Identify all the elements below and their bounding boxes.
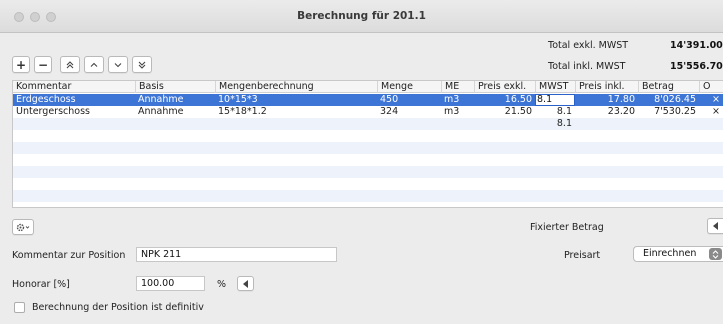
gear-icon — [16, 223, 30, 231]
me-cell[interactable]: m3 — [441, 106, 462, 118]
chevron-up-icon — [90, 62, 98, 67]
column-header[interactable]: Menge — [377, 81, 413, 93]
menge-cell[interactable]: 450 — [377, 94, 401, 106]
column-header[interactable]: Mengenberechnung — [215, 81, 314, 93]
mengenberechnung-cell[interactable]: 10*15*3 — [215, 94, 261, 106]
column-header[interactable]: Basis — [135, 81, 164, 93]
percent-sign: % — [217, 279, 227, 290]
empty-row — [13, 142, 723, 154]
kommentar-cell[interactable]: Erdgeschoss — [13, 94, 79, 106]
move-down-button[interactable] — [108, 56, 128, 73]
move-to-top-button[interactable] — [60, 56, 80, 73]
delete-row-icon[interactable]: × — [709, 94, 723, 106]
table-header: Kommentar Basis Mengenberechnung Menge M… — [13, 81, 723, 93]
betrag-cell[interactable]: 7'530.25 — [638, 106, 699, 118]
empty-row — [13, 130, 723, 142]
preis-exkl-cell[interactable]: 21.50 — [474, 106, 535, 118]
move-to-bottom-button[interactable] — [132, 56, 152, 73]
price-type-select[interactable]: Einrechnen — [633, 246, 723, 262]
basis-cell[interactable]: Annahme — [135, 94, 186, 106]
betrag-cell[interactable]: 8'026.45 — [638, 94, 699, 106]
total-excl-label: Total exkl. MWST — [548, 40, 629, 51]
comment-label: Kommentar zur Position — [12, 250, 126, 261]
fixed-amount-label: Fixierter Betrag — [530, 222, 604, 233]
price-type-label: Preisart — [564, 250, 601, 261]
double-chevron-up-icon — [66, 60, 74, 68]
remove-row-button[interactable]: − — [34, 56, 52, 73]
basis-cell[interactable]: Annahme — [135, 106, 186, 118]
triangle-left-icon — [712, 222, 718, 230]
preis-inkl-cell[interactable]: 23.20 — [575, 106, 638, 118]
calculation-table: Kommentar Basis Mengenberechnung Menge M… — [12, 80, 723, 208]
empty-row — [13, 178, 723, 190]
honorar-label: Honorar [%] — [12, 279, 70, 290]
add-row-button[interactable]: + — [12, 56, 30, 73]
mwst-edit-field[interactable]: 8.1 — [535, 94, 575, 106]
fixed-amount-toggle[interactable] — [707, 218, 723, 234]
comment-input[interactable]: NPK 211 — [136, 247, 337, 262]
delete-row-icon[interactable]: × — [709, 106, 723, 118]
definitive-label: Berechnung der Position ist definitiv — [32, 302, 204, 313]
total-incl-value: 15'556.70 — [670, 61, 723, 72]
table-row[interactable]: Erdgeschoss Annahme 10*15*3 450 m3 16.50… — [13, 94, 723, 106]
preis-exkl-cell[interactable]: 16.50 — [474, 94, 535, 106]
column-header[interactable]: Betrag — [638, 81, 674, 93]
honorar-input[interactable]: 100.00 — [136, 276, 205, 291]
settings-menu-button[interactable] — [12, 219, 34, 235]
triangle-left-icon — [242, 279, 248, 288]
mwst-cell[interactable]: 8.1 — [535, 106, 575, 118]
menge-cell[interactable]: 324 — [377, 106, 401, 118]
window-title: Berechnung für 201.1 — [297, 10, 426, 22]
column-header[interactable]: O — [699, 81, 710, 93]
empty-row — [13, 154, 723, 166]
move-up-button[interactable] — [84, 56, 104, 73]
definitive-checkbox[interactable] — [14, 302, 25, 313]
kommentar-cell[interactable]: Untergerschoss — [13, 106, 93, 118]
chevron-down-icon — [114, 62, 122, 67]
mengenberechnung-cell[interactable]: 15*18*1.2 — [215, 106, 270, 118]
column-header[interactable]: Preis inkl. — [575, 81, 625, 93]
empty-row — [13, 166, 723, 178]
double-chevron-down-icon — [138, 61, 146, 69]
column-header[interactable]: MWST — [535, 81, 568, 93]
empty-row — [13, 190, 723, 202]
column-header[interactable]: ME — [441, 81, 459, 93]
title-bar: Berechnung für 201.1 — [0, 0, 723, 33]
column-header[interactable]: Kommentar — [13, 81, 71, 93]
mwst-cell[interactable]: 8.1 — [535, 118, 575, 130]
total-incl-label: Total inkl. MWST — [548, 61, 626, 72]
column-header[interactable]: Preis exkl. — [474, 81, 526, 93]
me-cell[interactable]: m3 — [441, 94, 462, 106]
total-excl-value: 14'391.00 — [670, 40, 723, 51]
table-row[interactable]: Untergerschoss Annahme 15*18*1.2 324 m3 … — [13, 106, 723, 118]
table-row[interactable]: 8.1 — [13, 118, 723, 130]
preis-inkl-cell[interactable]: 17.80 — [575, 94, 638, 106]
honorar-toggle[interactable] — [237, 276, 254, 291]
updown-arrows-icon — [709, 248, 722, 260]
